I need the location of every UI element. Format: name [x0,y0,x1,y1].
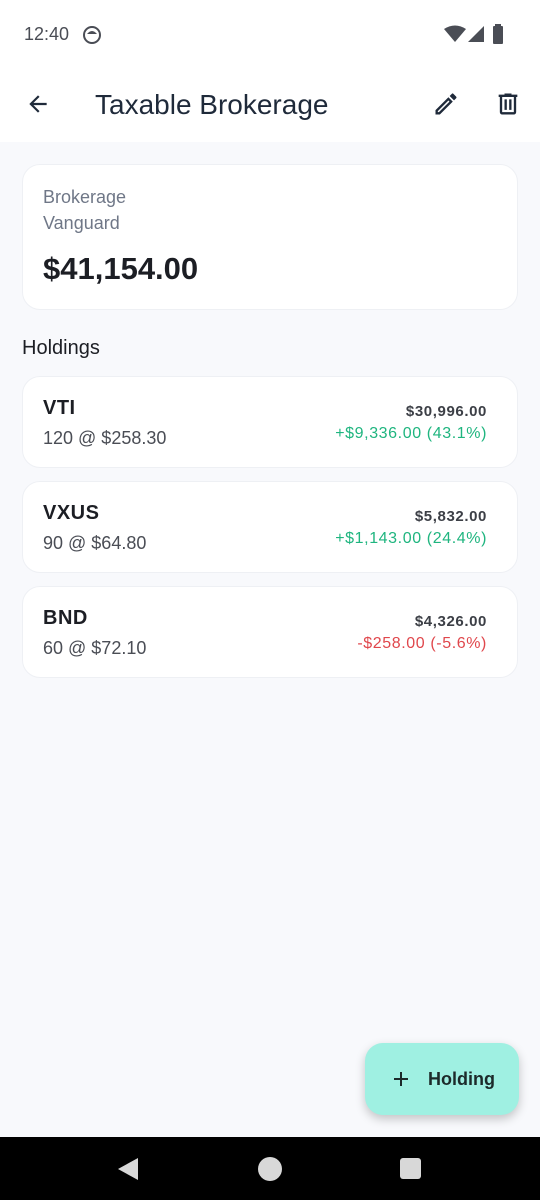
account-institution: Vanguard [43,213,120,233]
back-button[interactable] [20,86,56,122]
holding-market-value: $4,326.00 [414,613,487,630]
holding-card-vti[interactable]: VTI 120 @ $258.30 $30,996.00 +$9,336.00 … [22,376,518,468]
holding-card-bnd[interactable]: BND 60 @ $72.10 $4,326.00 -$258.00 (-5.6… [22,586,518,678]
status-bar: 12:40 [0,0,540,70]
holding-market-value: $5,832.00 [414,508,487,525]
edit-button[interactable] [428,86,464,122]
battery-icon [493,24,503,44]
account-type: Brokerage [43,187,127,207]
nav-recents-icon[interactable] [400,1158,421,1179]
screen: 12:40 Taxable Brokerage Brokerage Vangua… [0,0,540,1200]
holdings-section-title: Holdings [22,337,100,359]
cell-signal-icon [468,26,484,42]
holding-market-value: $30,996.00 [405,403,487,420]
holding-shares-price: 90 @ $64.80 [43,533,147,553]
arrow-back-icon [29,95,47,113]
add-holding-button[interactable]: Holding [365,1043,519,1115]
holding-symbol: BND [43,607,88,629]
wifi-icon [444,25,466,42]
holding-symbol: VXUS [43,502,100,524]
holding-gain-loss: +$9,336.00 (43.1%) [335,425,487,442]
pencil-icon [435,93,457,115]
holding-shares-price: 120 @ $258.30 [43,428,167,448]
plus-icon [394,1072,408,1086]
holding-symbol: VTI [43,397,76,419]
status-time: 12:40 [24,24,70,44]
holding-gain-loss: +$1,143.00 (24.4%) [335,530,487,547]
delete-button[interactable] [490,86,526,122]
page-title: Taxable Brokerage [95,89,329,120]
holding-shares-price: 60 @ $72.10 [43,638,147,658]
app-notification-icon [83,26,101,44]
holding-card-vxus[interactable]: VXUS 90 @ $64.80 $5,832.00 +$1,143.00 (2… [22,481,518,573]
trash-icon [498,93,518,115]
account-summary-card: Brokerage Vanguard $41,154.00 [22,164,518,310]
app-bar: Taxable Brokerage [0,70,540,142]
nav-home-icon[interactable] [258,1157,282,1181]
system-nav-bar [0,1137,540,1200]
account-balance: $41,154.00 [43,251,199,286]
nav-back-icon[interactable] [117,1157,139,1181]
holding-gain-loss: -$258.00 (-5.6%) [357,635,487,652]
add-holding-label: Holding [428,1069,495,1089]
